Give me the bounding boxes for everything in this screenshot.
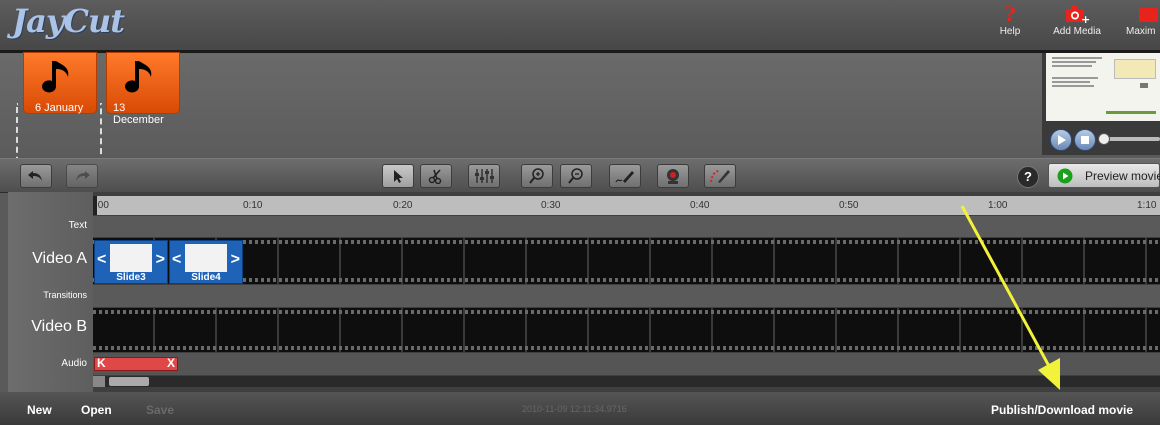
play-button[interactable]: [1050, 129, 1072, 151]
add-media-button[interactable]: + Add Media: [1050, 4, 1104, 37]
redo-button[interactable]: [66, 164, 98, 188]
svg-text:+: +: [1081, 13, 1090, 24]
track-labels: Text Video A Transitions Video B Audio: [8, 192, 93, 392]
open-button[interactable]: Open: [81, 403, 112, 417]
ruler-tick-label: 0:20: [393, 200, 413, 211]
track-label-video-a: Video A: [32, 250, 87, 267]
draw-button[interactable]: [609, 164, 641, 188]
effects-brush-icon: [710, 170, 730, 183]
zoom-out-icon: [568, 168, 583, 184]
trim-left-handle[interactable]: K: [97, 356, 106, 370]
clip-thumbnail: [110, 244, 152, 272]
svg-text:?: ?: [1004, 4, 1016, 24]
playback-slider-handle[interactable]: [1098, 133, 1110, 145]
help-label: Help: [999, 26, 1021, 37]
pen-icon: [615, 171, 634, 183]
split-scissors-icon: [428, 169, 442, 184]
clip-label: Slide4: [191, 272, 221, 283]
webcam-icon: [667, 169, 679, 184]
maximize-icon: [1139, 8, 1158, 22]
track-label-video-b: Video B: [31, 318, 87, 335]
play-icon: [1058, 135, 1066, 145]
track-label-audio: Audio: [61, 358, 87, 369]
trim-right-handle[interactable]: >: [231, 251, 240, 269]
media-bin: 6 January 13 December: [0, 53, 1042, 178]
trim-right-handle[interactable]: >: [156, 251, 165, 269]
track-label-text: Text: [68, 220, 87, 231]
maximize-button[interactable]: Maxim: [1126, 4, 1160, 37]
play-circle-icon: [1057, 168, 1073, 184]
new-button[interactable]: New: [27, 403, 52, 417]
preview-panel: [1042, 53, 1160, 155]
ruler-tick-label: :00: [95, 200, 109, 211]
ruler-tick-label: 0:10: [243, 200, 263, 211]
app-logo: JayCut: [12, 2, 125, 40]
add-media-label: Add Media: [1053, 26, 1101, 37]
timeline-help-button[interactable]: ?: [1017, 166, 1039, 188]
editor-toolbar: ? Preview movie: [0, 158, 1160, 193]
media-item-label: 13 December: [113, 102, 164, 126]
undo-button[interactable]: [20, 164, 52, 188]
preview-movie-button[interactable]: Preview movie: [1048, 163, 1160, 188]
timestamp: 2010-11-09 12:11:34.9716: [522, 404, 627, 414]
adjust-button[interactable]: [468, 164, 500, 188]
ruler-tick-label: 1:10: [1137, 200, 1157, 211]
zoom-in-button[interactable]: [521, 164, 553, 188]
preview-movie-label: Preview movie: [1085, 169, 1160, 183]
zoom-in-icon: [529, 168, 544, 184]
split-tool-button[interactable]: [420, 164, 452, 188]
maximize-label: Maxim: [1126, 26, 1156, 37]
track-label-transitions: Transitions: [43, 290, 87, 300]
ruler-tick-label: 0:40: [690, 200, 710, 211]
effects-button[interactable]: [704, 164, 736, 188]
undo-icon: [28, 171, 42, 181]
stop-button[interactable]: [1074, 129, 1096, 151]
trim-left-handle[interactable]: <: [97, 251, 106, 269]
app-header: JayCut ? Help + Add Media Maxim: [0, 0, 1160, 53]
trim-right-handle[interactable]: X: [167, 356, 175, 370]
media-item-label: 6 January: [35, 102, 84, 114]
publish-download-button[interactable]: Publish/Download movie: [991, 403, 1133, 417]
adjust-levels-icon: [475, 169, 494, 183]
music-note-icon: [125, 61, 152, 93]
preview-frame: [1046, 53, 1160, 121]
stop-icon: [1081, 136, 1089, 144]
ruler-tick-label: 0:30: [541, 200, 561, 211]
clip-thumbnail: [185, 244, 227, 272]
playhead[interactable]: [93, 196, 97, 215]
audio-clip[interactable]: K X: [94, 356, 178, 371]
scroll-thumb[interactable]: [109, 377, 149, 386]
webcam-button[interactable]: [657, 164, 689, 188]
help-button[interactable]: ? Help: [996, 4, 1024, 37]
save-button[interactable]: Save: [146, 403, 174, 417]
timeline-clip[interactable]: < > Slide3: [94, 240, 168, 284]
clip-label: Slide3: [116, 272, 146, 283]
annotation-arrow-icon: [960, 205, 1060, 390]
timeline-clip[interactable]: < > Slide4: [169, 240, 243, 284]
help-icon: ?: [1004, 4, 1016, 24]
select-pointer-icon: [394, 170, 403, 183]
select-tool-button[interactable]: [382, 164, 414, 188]
trim-left-handle[interactable]: <: [172, 251, 181, 269]
zoom-out-button[interactable]: [560, 164, 592, 188]
redo-icon: [76, 171, 90, 181]
ruler-tick-label: 0:50: [839, 200, 859, 211]
add-media-icon: +: [1066, 6, 1090, 24]
music-note-icon: [42, 61, 69, 93]
scroll-left-button[interactable]: [93, 376, 105, 387]
